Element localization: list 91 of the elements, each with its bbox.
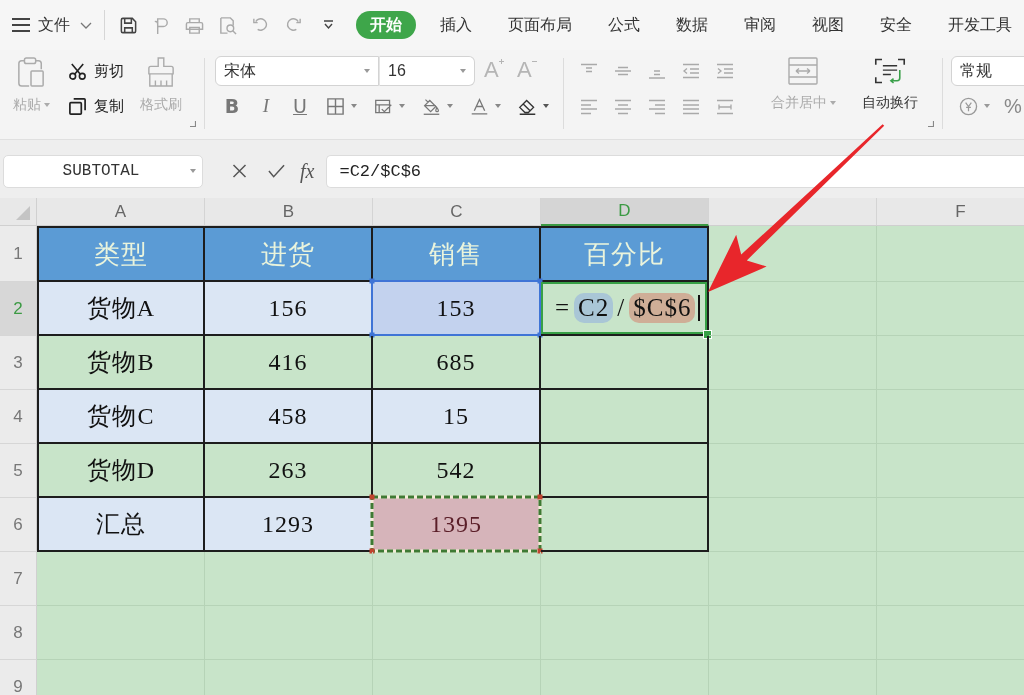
caret-icon xyxy=(190,169,196,173)
caret-icon[interactable] xyxy=(446,104,453,108)
table-cell: 货物A xyxy=(37,282,205,336)
table-cell: 458 xyxy=(205,390,373,444)
row-header[interactable]: 6 xyxy=(0,498,37,552)
column-header[interactable]: B xyxy=(205,198,373,226)
row-header[interactable]: 7 xyxy=(0,552,37,606)
caret-icon[interactable] xyxy=(350,104,357,108)
formula-text: = xyxy=(555,294,571,322)
customize-dropdown-icon[interactable] xyxy=(323,20,334,30)
copy-icon xyxy=(68,97,87,116)
table-cell: 1293 xyxy=(205,498,373,552)
paintbrush-icon xyxy=(147,56,175,88)
ribbon-tab[interactable]: 插入 xyxy=(428,11,484,39)
row-header[interactable]: 5 xyxy=(0,444,37,498)
cancel-icon[interactable] xyxy=(231,163,248,179)
dialog-launcher-icon[interactable] xyxy=(190,121,196,127)
caret-icon xyxy=(460,69,466,73)
header-cell: 类型 xyxy=(37,226,205,282)
merge-cells-icon xyxy=(787,56,819,86)
column-header[interactable]: F xyxy=(877,198,1024,226)
number-format-field[interactable]: 常规 xyxy=(951,56,1024,86)
wrap-text-button[interactable]: 自动换行 xyxy=(854,56,926,118)
row-header[interactable]: 1 xyxy=(0,226,37,282)
font-color-icon[interactable] xyxy=(469,96,489,116)
name-box[interactable]: SUBTOTAL xyxy=(3,154,203,188)
header-cell: 百分比 xyxy=(541,226,709,282)
insert-function-button[interactable]: fx xyxy=(300,159,315,183)
borders-icon[interactable] xyxy=(325,96,345,116)
reference-chip: $C$6 xyxy=(629,293,696,323)
fill-handle[interactable] xyxy=(703,330,712,339)
column-header[interactable] xyxy=(709,198,877,226)
column-header[interactable]: A xyxy=(37,198,205,226)
header-cell: 进货 xyxy=(205,226,373,282)
caret-icon[interactable] xyxy=(542,104,549,108)
table-cell: 15 xyxy=(373,390,541,444)
print-preview-icon[interactable] xyxy=(218,15,237,35)
minus-mark-icon xyxy=(531,59,537,64)
ribbon-tab[interactable]: 审阅 xyxy=(732,11,788,39)
caret-icon xyxy=(829,101,836,105)
ribbon-tab[interactable]: 开始 xyxy=(356,11,416,39)
dialog-launcher-icon[interactable] xyxy=(928,121,934,127)
checkmark-icon[interactable] xyxy=(268,163,285,179)
chevron-down-icon xyxy=(80,21,92,29)
triangle-icon xyxy=(16,206,30,220)
cell-text: 1395 xyxy=(430,510,482,538)
ribbon-tab[interactable]: 安全 xyxy=(868,11,924,39)
font-name-field[interactable]: 宋体 xyxy=(215,56,379,86)
ribbon-tab[interactable]: 公式 xyxy=(596,11,652,39)
ribbon-tab[interactable]: 页面布局 xyxy=(496,11,584,39)
row-header[interactable]: 9 xyxy=(0,660,37,695)
plus-mark-icon xyxy=(498,59,504,64)
p-shaped-icon[interactable] xyxy=(152,15,171,35)
table-cell: 货物C xyxy=(37,390,205,444)
header-cell: 销售 xyxy=(373,226,541,282)
text-cursor xyxy=(698,295,701,321)
cut-button[interactable]: 剪切 xyxy=(68,56,124,87)
ribbon-tab[interactable]: 视图 xyxy=(800,11,856,39)
ribbon-tab[interactable]: 开发工具 xyxy=(936,11,1024,39)
row-header[interactable]: 4 xyxy=(0,390,37,444)
clipboard-icon xyxy=(17,56,45,88)
cell-editor[interactable]: = C2 / $C$6 xyxy=(541,282,709,336)
italic-button[interactable]: I xyxy=(249,92,283,120)
caret-icon[interactable] xyxy=(494,104,501,108)
reference-chip: C2 xyxy=(574,293,614,323)
table-cell: 156 xyxy=(205,282,373,336)
scissors-icon xyxy=(68,62,87,81)
row-header[interactable]: 3 xyxy=(0,336,37,390)
copy-button[interactable]: 复制 xyxy=(68,91,124,122)
percent-button[interactable]: % xyxy=(1004,94,1022,118)
wrap-text-icon xyxy=(874,56,906,86)
caret-icon xyxy=(364,69,370,73)
font-size-field[interactable]: 16 xyxy=(379,56,475,86)
cell-text: 153 xyxy=(436,294,476,322)
file-menu-button[interactable]: 文件 xyxy=(11,10,92,40)
caret-icon[interactable] xyxy=(398,104,405,108)
column-header[interactable]: D xyxy=(541,198,709,226)
bold-button[interactable]: B xyxy=(215,92,249,120)
printer-icon[interactable] xyxy=(185,15,204,35)
formula-text: / xyxy=(617,294,626,322)
table-cell: 汇总 xyxy=(37,498,205,552)
caret-icon xyxy=(43,103,50,107)
row-header[interactable]: 2 xyxy=(0,282,37,336)
ribbon-tab[interactable]: 数据 xyxy=(664,11,720,39)
row-header[interactable]: 8 xyxy=(0,606,37,660)
save-icon[interactable] xyxy=(119,15,138,35)
menu-icon xyxy=(11,17,31,33)
formula-field[interactable]: =C2/$C$6 xyxy=(326,154,1024,188)
underline-button[interactable]: U xyxy=(283,92,317,120)
coin-icon[interactable] xyxy=(959,96,978,116)
column-header[interactable]: C xyxy=(373,198,541,226)
